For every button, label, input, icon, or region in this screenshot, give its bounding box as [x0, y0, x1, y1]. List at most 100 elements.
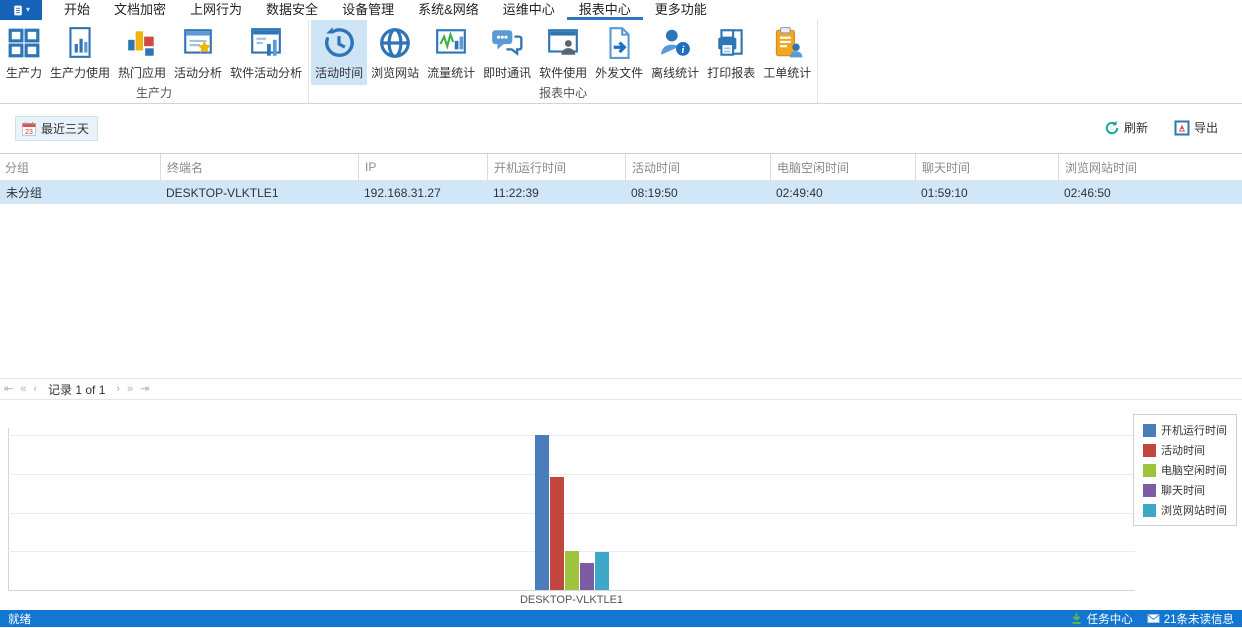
- bar-电脑空闲时间: [565, 551, 579, 590]
- ribbon-group-2: 活动时间浏览网站流量统计即时通讯软件使用外发文件i离线统计打印报表工单统计报表中…: [309, 20, 818, 103]
- column-header-8[interactable]: 浏览网站时间: [1058, 154, 1242, 180]
- legend-swatch-icon: [1143, 424, 1156, 437]
- refresh-button[interactable]: 刷新: [1098, 118, 1154, 137]
- chart-legend: 开机运行时间活动时间电脑空闲时间聊天时间浏览网站时间: [1133, 414, 1237, 526]
- column-header-3[interactable]: IP: [358, 154, 487, 180]
- ribbon-button-window-user[interactable]: 软件使用: [535, 20, 591, 85]
- bar-活动时间: [550, 477, 564, 590]
- legend-label: 活动时间: [1161, 442, 1205, 458]
- unread-messages-button[interactable]: 21条未读信息: [1147, 611, 1234, 627]
- bar-开机运行时间: [535, 435, 549, 590]
- last-page-button[interactable]: ⇥: [140, 384, 149, 395]
- svg-text:i: i: [682, 45, 685, 56]
- export-icon: [1174, 120, 1190, 136]
- chevron-down-icon: ▾: [26, 6, 30, 14]
- terminal-table: 分组终端名IP开机运行时间活动时间电脑空闲时间聊天时间浏览网站时间 未分组DES…: [0, 153, 1242, 378]
- chart-x-axis: [8, 590, 1135, 591]
- menu-tab-4[interactable]: 数据安全: [254, 0, 330, 20]
- chart-category-label: DESKTOP-VLKTLE1: [8, 594, 1135, 606]
- table-row[interactable]: 未分组DESKTOP-VLKTLE1192.168.31.2711:22:390…: [0, 181, 1242, 204]
- export-button[interactable]: 导出: [1168, 118, 1224, 137]
- legend-item: 浏览网站时间: [1143, 502, 1227, 518]
- task-center-button[interactable]: 任务中心: [1070, 611, 1133, 627]
- legend-item: 电脑空闲时间: [1143, 462, 1227, 478]
- ribbon-group-items: 活动时间浏览网站流量统计即时通讯软件使用外发文件i离线统计打印报表工单统计: [311, 20, 815, 85]
- ribbon-button-label: 流量统计: [427, 64, 475, 81]
- ribbon-button-label: 软件活动分析: [230, 64, 302, 81]
- ribbon-button-label: 工单统计: [763, 64, 811, 81]
- menu-tab-6[interactable]: 系统&网络: [406, 0, 491, 20]
- app-menu-icon: [12, 4, 24, 17]
- first-page-button[interactable]: ⇤: [4, 384, 13, 395]
- menu-tab-3[interactable]: 上网行为: [178, 0, 254, 20]
- prev-page-button[interactable]: ‹: [33, 384, 37, 395]
- legend-item: 聊天时间: [1143, 482, 1227, 498]
- column-header-4[interactable]: 开机运行时间: [487, 154, 625, 180]
- column-header-2[interactable]: 终端名: [160, 154, 358, 180]
- doc-star-icon: [181, 26, 215, 60]
- ribbon-group-items: 生产力生产力使用热门应用活动分析软件活动分析: [2, 20, 306, 85]
- ribbon-button-globe[interactable]: 浏览网站: [367, 20, 423, 85]
- printer-icon: [714, 26, 748, 60]
- app-menu-button[interactable]: ▾: [0, 0, 42, 20]
- statusbar: 就绪 任务中心 21条未读信息: [0, 610, 1242, 627]
- export-label: 导出: [1194, 119, 1218, 136]
- doc-send-icon: [602, 26, 636, 60]
- svg-text:23: 23: [25, 129, 33, 136]
- table-cell: 未分组: [0, 181, 160, 204]
- calendar-icon: 23: [21, 121, 37, 137]
- ribbon-button-label: 浏览网站: [371, 64, 419, 81]
- legend-label: 聊天时间: [1161, 482, 1205, 498]
- window-chart-icon: [249, 26, 283, 60]
- window-user-icon: [546, 26, 580, 60]
- date-filter-button[interactable]: 23 最近三天: [15, 116, 98, 141]
- ribbon-button-label: 活动时间: [315, 64, 363, 81]
- fast-next-page-button[interactable]: »: [127, 384, 133, 395]
- table-cell: 02:46:50: [1058, 181, 1242, 204]
- hot-apps-chart-icon: [125, 26, 159, 60]
- download-arrow-icon: [1070, 612, 1083, 625]
- legend-label: 浏览网站时间: [1161, 502, 1227, 518]
- ribbon-group-1: 生产力生产力使用热门应用活动分析软件活动分析生产力: [0, 20, 309, 103]
- ribbon-button-chat-bubbles[interactable]: 即时通讯: [479, 20, 535, 85]
- ribbon-button-user-info[interactable]: i离线统计: [647, 20, 703, 85]
- legend-label: 开机运行时间: [1161, 422, 1227, 438]
- menu-tabs: 开始文档加密上网行为数据安全设备管理系统&网络运维中心报表中心更多功能: [52, 0, 719, 20]
- ribbon-button-label: 即时通讯: [483, 64, 531, 81]
- legend-swatch-icon: [1143, 464, 1156, 477]
- menu-tab-7[interactable]: 运维中心: [491, 0, 567, 20]
- next-page-button[interactable]: ›: [116, 384, 120, 395]
- fast-prev-page-button[interactable]: «: [20, 384, 26, 395]
- ribbon-button-label: 打印报表: [707, 64, 755, 81]
- table-cell: DESKTOP-VLKTLE1: [160, 181, 358, 204]
- column-header-7[interactable]: 聊天时间: [915, 154, 1058, 180]
- ribbon-button-doc-star[interactable]: 活动分析: [170, 20, 226, 85]
- menu-tab-2[interactable]: 文档加密: [102, 0, 178, 20]
- column-header-5[interactable]: 活动时间: [625, 154, 770, 180]
- legend-label: 电脑空闲时间: [1161, 462, 1227, 478]
- ribbon-button-clipboard-user[interactable]: 工单统计: [759, 20, 815, 85]
- ribbon-button-doc-send[interactable]: 外发文件: [591, 20, 647, 85]
- date-filter-label: 最近三天: [41, 120, 89, 137]
- menu-tab-8[interactable]: 报表中心: [567, 0, 643, 20]
- ribbon-button-hot-apps-chart[interactable]: 热门应用: [114, 20, 170, 85]
- table-cell: 192.168.31.27: [358, 181, 487, 204]
- ribbon-button-doc-bar-chart[interactable]: 生产力使用: [46, 20, 114, 85]
- ribbon-button-printer[interactable]: 打印报表: [703, 20, 759, 85]
- record-count-label: 记录 1 of 1: [48, 381, 105, 398]
- clipboard-user-icon: [770, 26, 804, 60]
- table-cell: 08:19:50: [625, 181, 770, 204]
- legend-swatch-icon: [1143, 444, 1156, 457]
- ribbon-button-traffic-chart[interactable]: 流量统计: [423, 20, 479, 85]
- table-empty-area: [0, 204, 1242, 378]
- menu-tab-9[interactable]: 更多功能: [643, 0, 719, 20]
- ribbon-button-window-chart[interactable]: 软件活动分析: [226, 20, 306, 85]
- refresh-icon: [1104, 120, 1120, 136]
- ribbon-button-productivity-grid[interactable]: 生产力: [2, 20, 46, 85]
- column-header-6[interactable]: 电脑空闲时间: [770, 154, 915, 180]
- column-header-1[interactable]: 分组: [0, 154, 160, 180]
- menu-tab-1[interactable]: 开始: [52, 0, 102, 20]
- menu-tab-5[interactable]: 设备管理: [330, 0, 406, 20]
- ribbon-button-clock-history[interactable]: 活动时间: [311, 20, 367, 85]
- unread-messages-label: 21条未读信息: [1164, 611, 1234, 627]
